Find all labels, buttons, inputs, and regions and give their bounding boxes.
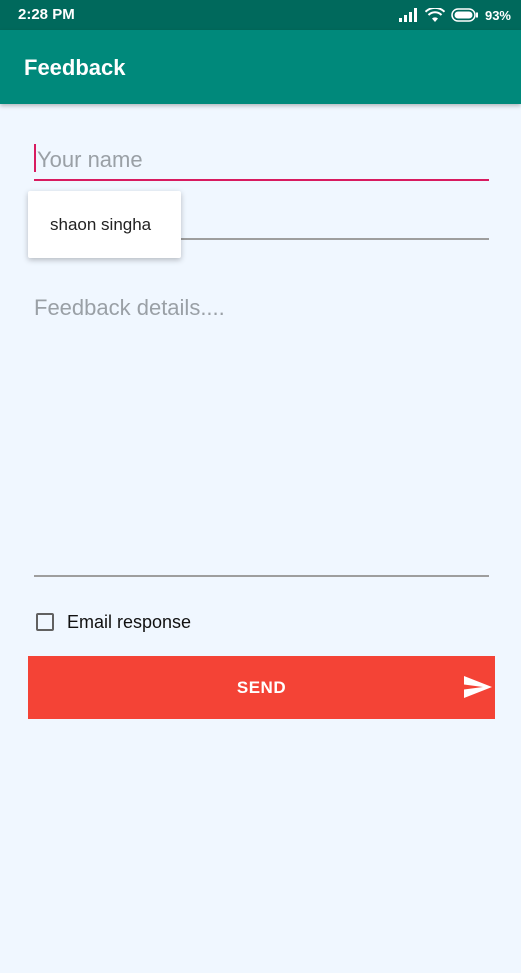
email-response-option[interactable]: Email response xyxy=(36,610,191,634)
status-time: 2:28 PM xyxy=(18,6,75,23)
battery-percentage: 93% xyxy=(484,7,511,23)
send-button[interactable]: SEND xyxy=(28,656,495,719)
signal-icon xyxy=(398,8,419,22)
email-response-checkbox[interactable] xyxy=(36,613,54,631)
app-bar: Feedback xyxy=(0,30,521,104)
battery-icon xyxy=(451,8,479,22)
send-button-label: SEND xyxy=(236,678,287,697)
name-input-placeholder: Your name xyxy=(37,147,143,172)
text-cursor xyxy=(34,144,36,172)
autocomplete-popup: shaon singha xyxy=(28,191,181,258)
status-bar: 2:28 PM 93% xyxy=(0,0,521,30)
autocomplete-suggestion[interactable]: shaon singha xyxy=(50,215,151,235)
page-title: Feedback xyxy=(24,55,126,80)
status-icons: 93% xyxy=(398,4,511,26)
feedback-details-placeholder: Feedback details.... xyxy=(34,295,225,320)
wifi-icon xyxy=(424,7,445,23)
email-response-label: Email response xyxy=(67,611,192,632)
send-icon xyxy=(463,675,493,704)
